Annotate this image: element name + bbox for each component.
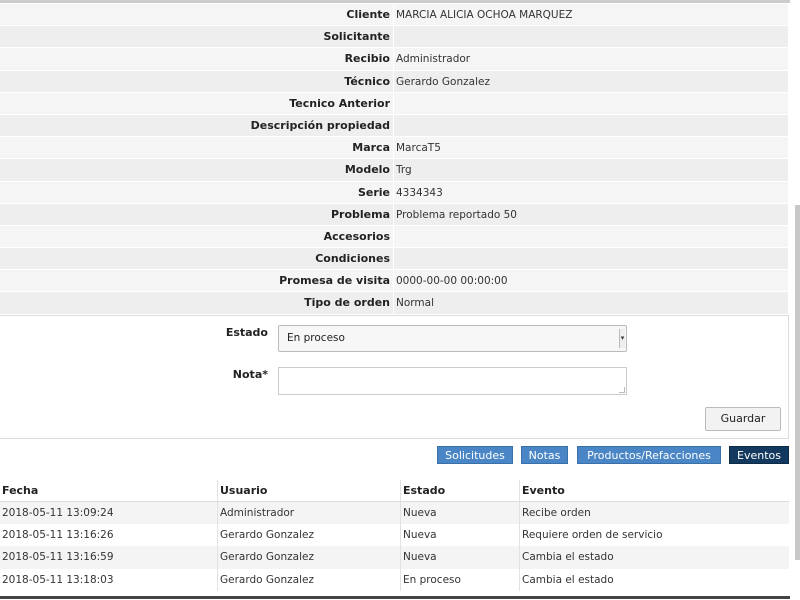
info-value: Problema reportado 50 <box>396 208 517 221</box>
events-table-header: Fecha Usuario Estado Evento <box>0 480 789 502</box>
table-row: 2018-05-11 13:18:03 Gerardo Gonzalez En … <box>0 568 789 591</box>
table-row: 2018-05-11 13:16:26 Gerardo Gonzalez Nue… <box>0 524 789 547</box>
cell-evento: Recibe orden <box>522 507 591 519</box>
info-row-modelo: Modelo Trg <box>0 159 788 182</box>
column-header-usuario[interactable]: Usuario <box>218 480 401 501</box>
info-label: Modelo <box>0 159 394 181</box>
info-row-cliente: Cliente MARCIA ALICIA OCHOA MARQUEZ <box>0 4 788 27</box>
cell-fecha: 2018-05-11 13:09:24 <box>0 502 218 525</box>
info-label: Promesa de visita <box>0 270 394 292</box>
estado-label: Estado <box>225 326 268 339</box>
cell-fecha: 2018-05-11 13:16:26 <box>0 524 218 547</box>
info-label: Técnico <box>0 70 394 92</box>
cell-fecha: 2018-05-11 13:16:59 <box>0 546 218 569</box>
column-header-evento[interactable]: Evento <box>520 480 789 501</box>
info-row-accesorios: Accesorios <box>0 225 788 249</box>
cell-estado: Nueva <box>401 524 520 547</box>
info-label: Accesorios <box>0 225 394 248</box>
info-value: Normal <box>396 297 434 310</box>
info-value: Trg <box>396 164 412 177</box>
info-row-promesa: Promesa de visita 0000-00-00 00:00:00 <box>0 270 788 293</box>
cell-estado: En proceso <box>401 568 520 591</box>
info-row-tecnico-anterior: Tecnico Anterior <box>0 92 788 115</box>
info-row-recibio: Recibio Administrador <box>0 48 788 71</box>
info-row-tecnico: Técnico Gerardo Gonzalez <box>0 70 788 93</box>
info-row-tipo-orden: Tipo de orden Normal <box>0 292 788 315</box>
info-value <box>394 26 788 47</box>
order-info-table: Cliente MARCIA ALICIA OCHOA MARQUEZ Solic… <box>0 4 788 315</box>
info-label: Condiciones <box>0 248 394 270</box>
tab-eventos[interactable]: Eventos <box>729 446 789 464</box>
info-value <box>394 115 788 136</box>
cell-evento: Requiere orden de servicio <box>522 529 663 542</box>
cell-estado: Nueva <box>401 502 520 525</box>
tab-productos-refacciones[interactable]: Productos/Refacciones <box>577 446 721 464</box>
events-table: Fecha Usuario Estado Evento 2018-05-11 1… <box>0 480 789 591</box>
info-label: Solicitante <box>0 26 394 48</box>
info-row-solicitante: Solicitante <box>0 26 788 49</box>
info-value: 0000-00-00 00:00:00 <box>396 275 508 288</box>
cell-evento: Cambia el estado <box>522 551 614 564</box>
cell-usuario: Gerardo Gonzalez <box>218 546 401 569</box>
info-value: Administrador <box>396 53 471 66</box>
info-row-descripcion: Descripción propiedad <box>0 114 788 138</box>
info-label: Problema <box>0 203 394 225</box>
nota-label: Nota* <box>232 368 268 381</box>
info-label: Serie <box>0 181 394 203</box>
info-label: Tecnico Anterior <box>0 92 394 114</box>
table-row: 2018-05-11 13:16:59 Gerardo Gonzalez Nue… <box>0 546 789 569</box>
info-value: MARCIA ALICIA OCHOA MARQUEZ <box>396 9 573 21</box>
cell-estado: Nueva <box>401 546 520 569</box>
table-row: 2018-05-11 13:09:24 Administrador Nueva … <box>0 502 789 525</box>
info-value: MarcaT5 <box>396 142 441 155</box>
cell-usuario: Administrador <box>218 502 401 525</box>
info-value <box>394 248 788 269</box>
cell-usuario: Gerardo Gonzalez <box>218 568 401 591</box>
guardar-button[interactable]: Guardar <box>705 407 781 431</box>
estado-select[interactable]: En proceso ▾ <box>278 325 627 352</box>
info-value: Gerardo Gonzalez <box>396 75 490 88</box>
info-label: Tipo de orden <box>0 292 394 314</box>
nota-textarea[interactable] <box>278 367 627 395</box>
tab-solicitudes[interactable]: Solicitudes <box>437 446 513 464</box>
info-label: Descripción propiedad <box>0 114 394 137</box>
info-row-problema: Problema Problema reportado 50 <box>0 203 788 226</box>
tab-notas[interactable]: Notas <box>521 446 568 464</box>
cell-fecha: 2018-05-11 13:18:03 <box>0 568 218 591</box>
resize-handle-icon[interactable] <box>619 387 625 393</box>
info-row-marca: Marca MarcaT5 <box>0 137 788 160</box>
info-label: Cliente <box>0 4 394 26</box>
cell-usuario: Gerardo Gonzalez <box>218 524 401 547</box>
estado-selected-value: En proceso <box>287 332 345 344</box>
info-row-serie: Serie 4334343 <box>0 181 788 204</box>
info-value <box>394 93 788 114</box>
top-divider <box>0 0 790 3</box>
info-row-condiciones: Condiciones <box>0 248 788 271</box>
column-header-fecha[interactable]: Fecha <box>0 480 218 501</box>
info-value <box>394 226 788 247</box>
vertical-scrollbar[interactable] <box>795 205 800 560</box>
status-form: Estado En proceso ▾ Nota* Guardar <box>0 315 789 439</box>
info-label: Recibio <box>0 48 394 70</box>
bottom-divider <box>0 596 790 599</box>
info-value: 4334343 <box>396 186 443 199</box>
column-header-estado[interactable]: Estado <box>401 480 520 501</box>
dropdown-arrow-icon: ▾ <box>619 329 625 348</box>
info-label: Marca <box>0 137 394 159</box>
cell-evento: Cambia el estado <box>522 573 614 586</box>
